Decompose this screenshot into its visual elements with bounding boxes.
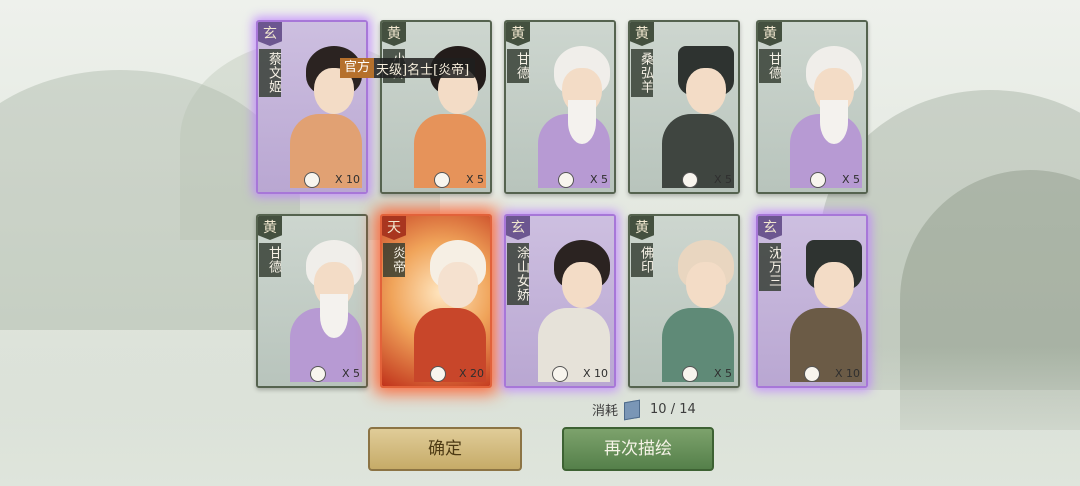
- rarity-badge: 玄: [258, 22, 282, 46]
- card-quantity: X 20: [458, 367, 484, 380]
- confirm-button[interactable]: 确定: [368, 427, 522, 471]
- character-card-xiaomei[interactable]: 黄 小妹 X 5: [380, 20, 492, 194]
- character-card-sang-hongyang[interactable]: 黄 桑弘羊 X 5: [628, 20, 740, 194]
- portrait-image: [408, 232, 486, 382]
- card-name: 炎帝: [383, 243, 405, 277]
- card-tooltip: 官方 天级]名士[炎帝]: [340, 58, 476, 78]
- portrait-image: [656, 38, 734, 188]
- portrait-image: [532, 232, 610, 382]
- card-quantity: X 5: [465, 173, 484, 186]
- fragment-icon: [682, 172, 698, 188]
- portrait-image: [656, 232, 734, 382]
- rarity-badge: 天: [382, 216, 406, 240]
- portrait-image: [784, 232, 862, 382]
- rarity-badge: 玄: [506, 216, 530, 240]
- character-card-gande-3[interactable]: 黄 甘德 X 5: [256, 214, 368, 388]
- rarity-badge: 黄: [258, 216, 282, 240]
- rarity-badge: 玄: [758, 216, 782, 240]
- fragment-icon: [310, 366, 326, 382]
- portrait-image: [532, 38, 610, 188]
- rarity-badge: 黄: [758, 22, 782, 46]
- character-card-gande-2[interactable]: 黄 甘德 X 5: [756, 20, 868, 194]
- card-quantity: X 5: [713, 367, 732, 380]
- character-card-tushan-nvjiao[interactable]: 玄 涂山女娇 X 10: [504, 214, 616, 388]
- fragment-icon: [682, 366, 698, 382]
- cost-value: 10 / 14: [650, 402, 696, 417]
- fragment-icon: [804, 366, 820, 382]
- fragment-icon: [810, 172, 826, 188]
- rarity-badge: 黄: [630, 22, 654, 46]
- character-card-shen-wansan[interactable]: 玄 沈万三 X 10: [756, 214, 868, 388]
- card-quantity: X 10: [582, 367, 608, 380]
- portrait-image: [284, 232, 362, 382]
- character-card-gande-1[interactable]: 黄 甘德 X 5: [504, 20, 616, 194]
- portrait-image: [784, 38, 862, 188]
- card-name: 涂山女娇: [507, 243, 529, 305]
- card-name: 甘德: [259, 243, 281, 277]
- card-quantity: X 5: [713, 173, 732, 186]
- card-name: 甘德: [507, 49, 529, 83]
- character-card-cai-wenji[interactable]: 玄 蔡文姬 X 10: [256, 20, 368, 194]
- fragment-icon: [558, 172, 574, 188]
- card-quantity: X 5: [341, 367, 360, 380]
- fragment-icon: [552, 366, 568, 382]
- card-name: 佛印: [631, 243, 653, 277]
- fragment-icon: [430, 366, 446, 382]
- tooltip-text: 天级]名士[炎帝]: [376, 62, 470, 78]
- tooltip-tag: 官方: [340, 58, 375, 78]
- rarity-badge: 黄: [630, 216, 654, 240]
- card-name: 蔡文姬: [259, 49, 281, 97]
- card-name: 甘德: [759, 49, 781, 83]
- book-icon: [624, 399, 641, 420]
- fragment-icon: [434, 172, 450, 188]
- character-card-yandi[interactable]: 天 炎帝 X 20: [380, 214, 492, 388]
- cost-label: 消耗: [592, 404, 619, 419]
- card-quantity: X 5: [589, 173, 608, 186]
- fragment-icon: [304, 172, 320, 188]
- card-quantity: X 10: [334, 173, 360, 186]
- rarity-badge: 黄: [382, 22, 406, 46]
- rarity-badge: 黄: [506, 22, 530, 46]
- card-name: 桑弘羊: [631, 49, 653, 97]
- card-quantity: X 5: [841, 173, 860, 186]
- character-card-foyin[interactable]: 黄 佛印 X 5: [628, 214, 740, 388]
- card-quantity: X 10: [834, 367, 860, 380]
- redraw-button[interactable]: 再次描绘: [562, 427, 714, 471]
- cost-display: 消耗 10 / 14: [592, 399, 696, 420]
- card-name: 沈万三: [759, 243, 781, 291]
